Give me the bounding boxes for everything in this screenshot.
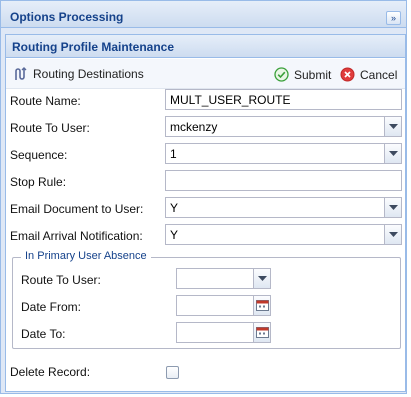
routing-destinations-label: Routing Destinations (33, 67, 144, 81)
options-processing-header: Options Processing » (1, 1, 406, 28)
email-arrival-combo[interactable]: Y (165, 224, 402, 245)
chevron-down-icon[interactable] (384, 225, 401, 244)
delete-record-label: Delete Record: (10, 365, 91, 379)
fieldset-legend: In Primary User Absence (21, 250, 151, 262)
cancel-button[interactable]: Cancel (340, 67, 397, 82)
route-to-user-value: mckenzy (170, 120, 218, 134)
submit-label: Submit (294, 67, 332, 82)
routing-profile-title: Routing Profile Maintenance (12, 40, 175, 54)
route-name-input[interactable] (165, 89, 402, 110)
email-arrival-label: Email Arrival Notification: (10, 229, 143, 243)
chevron-down-icon[interactable] (384, 117, 401, 136)
delete-record-checkbox[interactable] (166, 366, 179, 379)
routing-profile-panel: Routing Profile Maintenance Routing Dest… (5, 34, 406, 392)
date-from-label: Date From: (21, 300, 82, 314)
route-name-label: Route Name: (10, 94, 81, 108)
collapse-icon[interactable]: » (386, 11, 401, 25)
email-document-combo[interactable]: Y (165, 197, 402, 218)
stop-rule-input[interactable] (165, 170, 402, 191)
stop-rule-label: Stop Rule: (10, 175, 67, 189)
date-from-field[interactable] (176, 295, 271, 316)
cancel-label: Cancel (360, 67, 398, 82)
submit-button[interactable]: Submit (274, 67, 331, 82)
sequence-label: Sequence: (10, 148, 68, 162)
routing-profile-header: Routing Profile Maintenance (6, 35, 405, 58)
cancel-circle-icon (340, 67, 355, 82)
chevron-down-icon[interactable] (384, 198, 401, 217)
email-document-value: Y (170, 201, 179, 215)
chevron-down-icon[interactable] (384, 144, 401, 163)
primary-user-absence-fieldset: In Primary User Absence Route To User: D… (12, 250, 401, 349)
date-to-field[interactable] (176, 322, 271, 343)
routing-destinations-button[interactable]: Routing Destinations (14, 67, 144, 81)
email-document-label: Email Document to User: (10, 202, 144, 216)
check-circle-icon (274, 67, 289, 82)
date-to-label: Date To: (21, 327, 66, 341)
toolbar: Routing Destinations Submit Cancel (6, 59, 405, 89)
sequence-value: 1 (170, 147, 177, 161)
options-processing-title: Options Processing (10, 10, 124, 24)
email-arrival-value: Y (170, 228, 179, 242)
chevron-down-icon[interactable] (253, 269, 270, 288)
route-to-user-combo[interactable]: mckenzy (165, 116, 402, 137)
absence-route-to-user-label: Route To User: (21, 273, 101, 287)
route-icon (15, 67, 27, 80)
calendar-icon[interactable] (253, 296, 270, 315)
calendar-icon[interactable] (253, 323, 270, 342)
options-processing-panel: Options Processing » Routing Profile Mai… (0, 0, 407, 394)
route-to-user-label: Route To User: (10, 121, 90, 135)
sequence-combo[interactable]: 1 (165, 143, 402, 164)
absence-route-to-user-combo[interactable] (176, 268, 271, 289)
